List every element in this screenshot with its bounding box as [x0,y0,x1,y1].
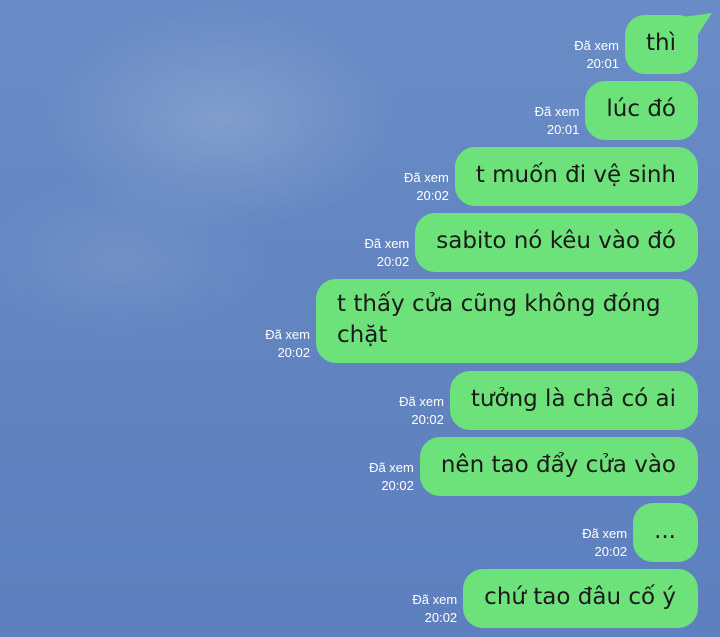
message-bubble[interactable]: t muốn đi vệ sinh [454,147,698,206]
message-meta: Đã xem 20:02 [364,235,409,271]
message-meta: Đã xem 20:02 [369,459,414,495]
read-status: Đã xem [574,38,619,53]
message-bubble[interactable]: lúc đó [585,81,698,140]
message-bubble[interactable]: sabito nó kêu vào đó [415,213,698,272]
message-row: Đã xem 20:01 thì [574,15,698,74]
message-meta: Đã xem 20:01 [574,37,619,73]
message-time: 20:02 [277,345,310,360]
message-time: 20:02 [381,478,414,493]
chat-area: Đã xem 20:01 thì Đã xem 20:01 lúc đó Đã … [0,0,720,637]
message-time: 20:02 [411,412,444,427]
message-bubble[interactable]: tưởng là chả có ai [449,371,698,430]
read-status: Đã xem [369,460,414,475]
read-status: Đã xem [364,236,410,251]
message-row: Đã xem 20:02 t muốn đi vệ sinh [404,147,698,206]
message-row: Đã xem 20:02 tưởng là chả có ai [399,371,698,430]
message-time: 20:02 [416,188,449,203]
message-row: Đã xem 20:02 nên tao đẩy cửa vào [369,437,698,496]
message-row: Đã xem 20:02 sabito nó kêu vào đó [364,213,698,272]
read-status: Đã xem [582,526,628,541]
read-status: Đã xem [404,170,449,185]
message-bubble[interactable]: thì [625,15,698,74]
message-meta: Đã xem 20:01 [535,103,580,139]
message-meta: Đã xem 20:02 [412,591,457,627]
message-row: Đã xem 20:02 chứ tao đâu cố ý [412,569,698,628]
message-bubble[interactable]: chứ tao đâu cố ý [463,569,698,628]
message-time: 20:02 [376,254,410,269]
message-time: 20:01 [546,122,580,137]
read-status: Đã xem [534,104,580,119]
message-row: Đã xem 20:02 t thấy cửa cũng không đóng … [265,279,698,363]
message-row: Đã xem 20:01 lúc đó [535,81,698,140]
message-time: 20:01 [586,56,619,71]
read-status: Đã xem [265,327,310,342]
read-status: Đã xem [399,394,444,409]
message-bubble[interactable]: nên tao đẩy cửa vào [419,437,698,496]
read-status: Đã xem [412,592,458,607]
message-bubble[interactable]: t thấy cửa cũng không đóng chặt [316,279,698,363]
message-meta: Đã xem 20:02 [404,169,449,205]
message-meta: Đã xem 20:02 [399,393,444,429]
message-bubble[interactable]: ... [633,503,698,562]
message-row: Đã xem 20:02 ... [582,503,698,562]
message-time: 20:02 [424,610,458,625]
message-meta: Đã xem 20:02 [582,525,627,561]
message-meta: Đã xem 20:02 [265,326,310,362]
message-time: 20:02 [594,544,628,559]
